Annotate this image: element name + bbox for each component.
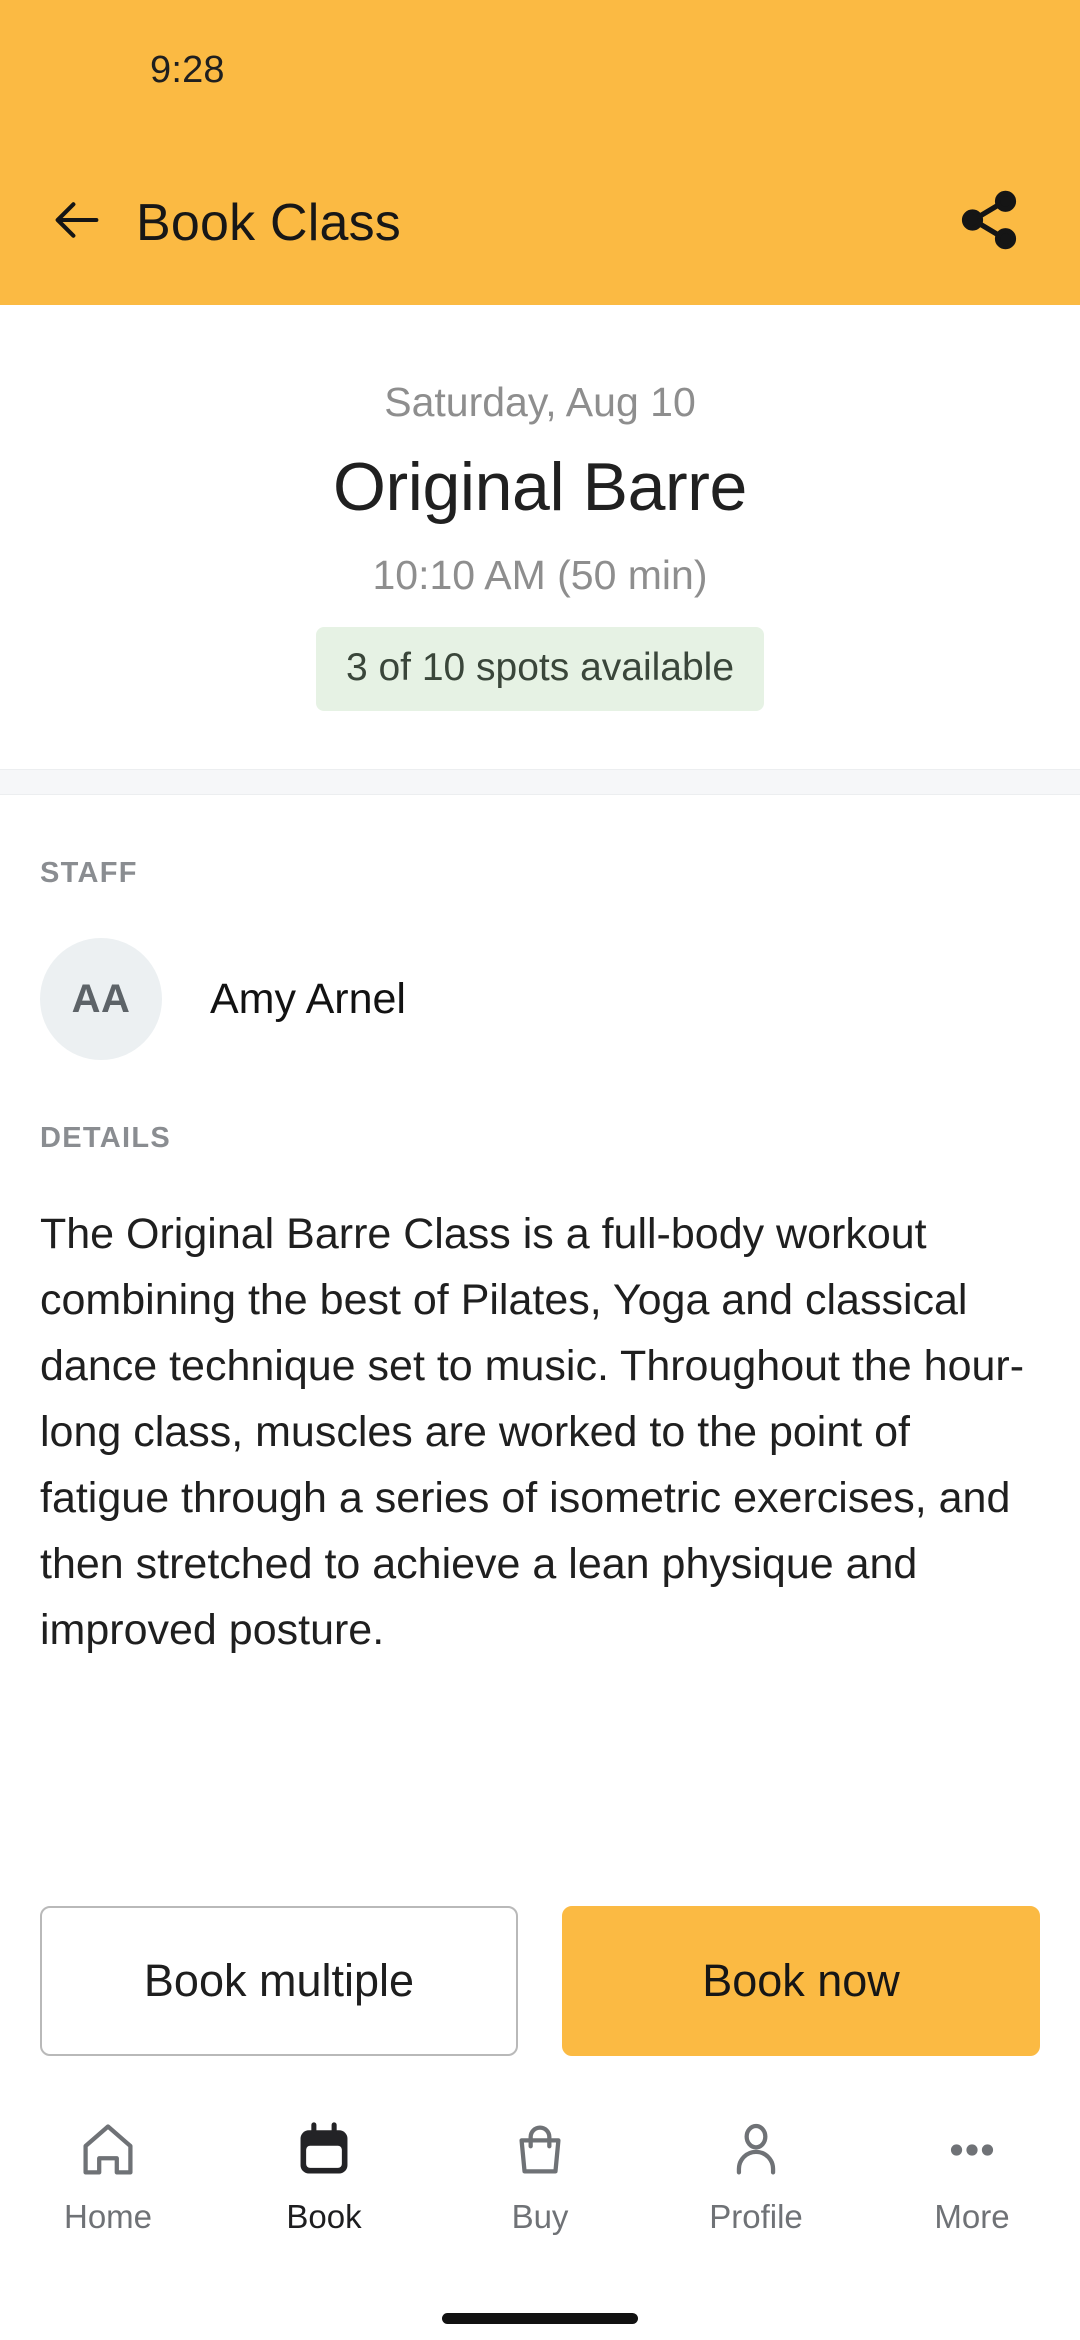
person-icon	[724, 2114, 788, 2186]
nav-item-profile[interactable]: Profile	[648, 2114, 864, 2236]
staff-name: Amy Arnel	[210, 974, 406, 1023]
page-title: Book Class	[136, 193, 401, 252]
arrow-left-icon	[48, 191, 106, 254]
avatar: AA	[40, 938, 162, 1060]
share-button[interactable]	[952, 186, 1026, 260]
nav-item-more[interactable]: More	[864, 2114, 1080, 2236]
home-indicator[interactable]	[442, 2312, 638, 2324]
home-icon	[76, 2114, 140, 2186]
share-icon	[956, 187, 1022, 258]
book-multiple-button[interactable]: Book multiple	[40, 1906, 518, 2056]
class-time: 10:10 AM (50 min)	[372, 552, 708, 598]
status-badge: 3 of 10 spots available	[315, 627, 765, 711]
staff-list-item[interactable]: AA Amy Arnel	[40, 938, 1040, 1060]
status-bar-clock: 9:28	[150, 48, 225, 91]
details-section-label: DETAILS	[40, 1122, 172, 1154]
bag-icon	[508, 2114, 572, 2186]
nav-label-buy: Buy	[511, 2198, 569, 2235]
book-now-button[interactable]: Book now	[562, 1906, 1040, 2056]
home-indicator-area	[0, 2296, 1080, 2340]
action-bar: Book multiple Book now	[0, 1906, 1080, 2056]
content-body: STAFF AA Amy Arnel DETAILS The Original …	[0, 795, 1080, 1906]
nav-label-home: Home	[63, 2198, 153, 2235]
nav-label-book: Book	[286, 2198, 362, 2235]
class-name: Original Barre	[333, 449, 747, 525]
back-button[interactable]	[48, 194, 106, 252]
calendar-icon	[292, 2114, 356, 2186]
app-bar: Book Class	[0, 140, 1080, 305]
class-date: Saturday, Aug 10	[384, 379, 696, 425]
section-divider	[0, 769, 1080, 795]
nav-label-more: More	[934, 2198, 1010, 2235]
nav-item-home[interactable]: Home	[0, 2114, 216, 2236]
app-screen: 9:28 Book Class Saturday, Aug 10 Origina…	[0, 0, 1080, 2340]
ellipsis-icon	[940, 2114, 1004, 2186]
status-bar: 9:28	[0, 0, 1080, 140]
staff-section-label: STAFF	[40, 857, 138, 889]
nav-item-book[interactable]: Book	[216, 2114, 432, 2236]
nav-label-profile: Profile	[709, 2198, 803, 2235]
details-description: The Original Barre Class is a full-body …	[40, 1210, 1025, 1654]
nav-item-buy[interactable]: Buy	[432, 2114, 648, 2236]
bottom-navigation: Home Book Buy Profile More	[0, 2100, 1080, 2296]
class-summary: Saturday, Aug 10 Original Barre 10:10 AM…	[0, 305, 1080, 769]
